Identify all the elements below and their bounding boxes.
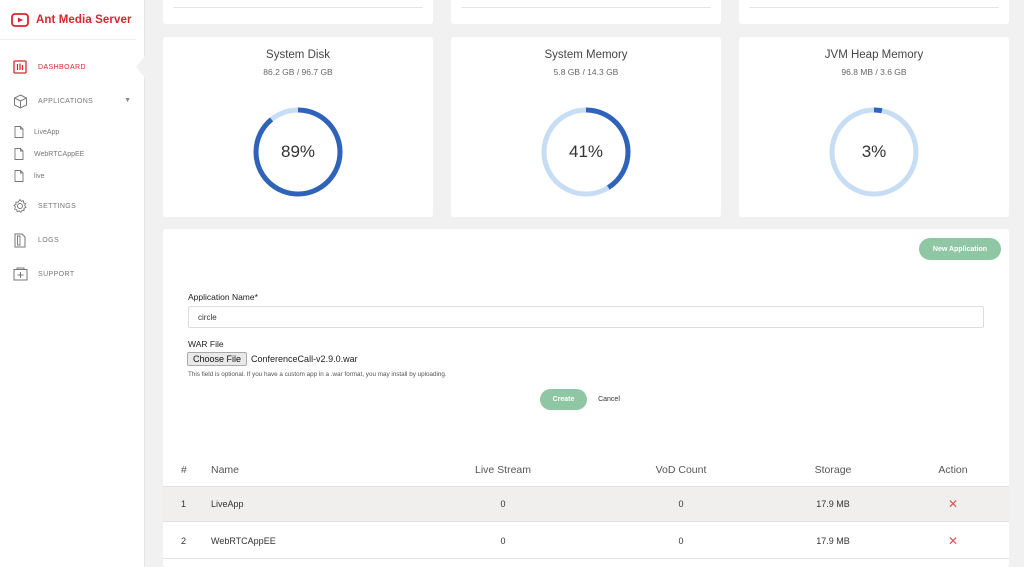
gauge: 89%: [251, 105, 345, 199]
stat-title: System Memory: [544, 49, 628, 61]
app-name-input[interactable]: [188, 306, 984, 328]
sidebar-item-label: SETTINGS: [38, 202, 77, 210]
app-name-label: Application Name*: [188, 292, 258, 302]
stat-title: JVM Heap Memory: [824, 49, 924, 61]
table-row[interactable]: 2 WebRTCAppEE 0 0 17.9 MB ✕: [163, 523, 1009, 559]
gauge-percent: 41%: [568, 142, 604, 161]
chevron-down-icon: ▼: [124, 97, 131, 104]
brand[interactable]: Ant Media Server: [0, 0, 136, 40]
stat-card-partial: [739, 0, 1009, 24]
ant-media-logo-icon: [10, 10, 30, 30]
gauge: 41%: [539, 105, 633, 199]
stat-subtitle: 5.8 GB / 14.3 GB: [553, 67, 619, 77]
stat-card-jvm-heap: JVM Heap Memory 96.8 MB / 3.6 GB 3%: [739, 37, 1009, 217]
stat-title: System Disk: [266, 49, 330, 61]
war-help-text: This field is optional. If you have a cu…: [188, 371, 447, 378]
create-button[interactable]: Create: [540, 389, 587, 410]
stat-subtitle: 86.2 GB / 96.7 GB: [263, 67, 333, 77]
row-index: 2: [181, 535, 187, 546]
gauge: 3%: [827, 105, 921, 199]
cancel-button[interactable]: Cancel: [593, 389, 625, 410]
sidebar-item-support[interactable]: SUPPORT: [0, 262, 145, 286]
sidebar-item-label: APPLICATIONS: [38, 97, 94, 105]
file-icon: [13, 126, 25, 138]
sidebar-item-label: LOGS: [38, 236, 60, 244]
sidebar-item-liveapp[interactable]: LiveApp: [0, 122, 145, 142]
stat-card-system-disk: System Disk 86.2 GB / 96.7 GB 89%: [163, 37, 433, 217]
selected-file-name: ConferenceCall-v2.9.0.war: [251, 354, 358, 364]
box-icon: [12, 93, 28, 109]
sidebar-item-logs[interactable]: LOGS: [0, 228, 145, 252]
row-name: WebRTCAppEE: [211, 535, 276, 546]
sidebar-item-label: live: [34, 172, 45, 180]
applications-panel: New Application Application Name* WAR Fi…: [163, 229, 1009, 567]
gauge-percent: 3%: [861, 142, 887, 161]
sidebar-item-label: DASHBOARD: [38, 63, 86, 71]
sidebar-item-live[interactable]: live: [0, 166, 145, 186]
dashboard-icon: [12, 59, 28, 75]
header-index: #: [181, 464, 187, 476]
sidebar-item-applications[interactable]: APPLICATIONS ▼: [0, 89, 145, 113]
logs-icon: [12, 232, 28, 248]
stat-card-partial: [451, 0, 721, 24]
table-row[interactable]: 1 LiveApp 0 0 17.9 MB ✕: [163, 486, 1009, 522]
brand-name: Ant Media Server: [36, 13, 132, 26]
gauge-percent: 89%: [280, 142, 316, 161]
sidebar-item-dashboard[interactable]: DASHBOARD: [0, 55, 145, 79]
choose-file-button[interactable]: Choose File: [187, 352, 248, 366]
stat-card-system-memory: System Memory 5.8 GB / 14.3 GB 41%: [451, 37, 721, 217]
new-application-button[interactable]: New Application: [919, 238, 1001, 260]
war-file-label: WAR File: [188, 339, 224, 349]
support-icon: [12, 266, 28, 282]
sidebar-item-label: SUPPORT: [38, 270, 75, 278]
row-index: 1: [181, 499, 187, 509]
stat-card-partial: [163, 0, 433, 24]
row-name: LiveApp: [211, 499, 244, 509]
file-icon: [13, 148, 25, 160]
header-name: Name: [211, 464, 240, 476]
sidebar-item-label: WebRTCAppEE: [34, 150, 85, 158]
sidebar-item-label: LiveApp: [34, 128, 60, 136]
sidebar: Ant Media Server DASHBOARD APPLICATIONS …: [0, 0, 145, 567]
sidebar-item-settings[interactable]: SETTINGS: [0, 194, 145, 218]
sidebar-item-webrtcappee[interactable]: WebRTCAppEE: [0, 144, 145, 164]
table-header: # Name Live Stream VoD Count Storage Act…: [181, 464, 968, 476]
file-icon: [13, 170, 25, 182]
stat-subtitle: 96.8 MB / 3.6 GB: [841, 67, 907, 77]
gear-icon: [12, 198, 28, 214]
file-picker: Choose File ConferenceCall-v2.9.0.war: [187, 352, 358, 366]
